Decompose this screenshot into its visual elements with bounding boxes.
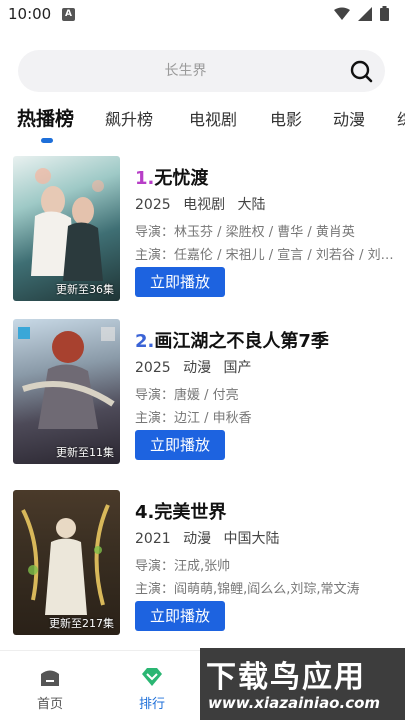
tab-rising[interactable]: 飙升榜 <box>105 106 153 130</box>
episode-badge: 更新至36集 <box>56 283 114 296</box>
battery-icon <box>380 6 389 21</box>
watermark: 下载鸟应用 www.xiazainiao.com <box>200 648 405 720</box>
home-icon <box>41 670 59 686</box>
nav-home-label: 首页 <box>36 697 63 712</box>
rank-number: 4. <box>135 502 155 523</box>
poster-art <box>18 327 115 429</box>
genre: 动漫 <box>183 360 212 376</box>
watermark-title: 下载鸟应用 <box>206 660 366 695</box>
search-bar[interactable]: 长生界 <box>18 50 385 92</box>
item-title[interactable]: 1.无忧渡 <box>135 164 208 190</box>
region: 中国大陆 <box>223 531 280 547</box>
play-button[interactable]: 立即播放 <box>135 601 225 631</box>
item-meta: 2021 动漫 中国大陆 <box>135 528 280 548</box>
poster-art <box>21 504 110 615</box>
genre: 动漫 <box>183 531 212 547</box>
tab-movie[interactable]: 电影 <box>270 106 302 130</box>
poster-image[interactable]: 更新至36集 <box>13 156 120 301</box>
status-bar: 10:00 A <box>0 0 405 30</box>
rank-number: 2. <box>135 331 155 352</box>
search-input[interactable]: 长生界 <box>18 50 353 92</box>
genre: 电视剧 <box>183 197 226 213</box>
item-meta: 2025 动漫 国产 <box>135 357 252 377</box>
director-line: 导演：唐媛 / 付亮 <box>135 388 239 403</box>
title-text: 完美世界 <box>154 502 227 523</box>
item-title[interactable]: 2.画江湖之不良人第7季 <box>135 327 329 353</box>
region: 大陆 <box>237 197 266 213</box>
nav-home[interactable]: 首页 <box>20 659 80 712</box>
episode-badge: 更新至217集 <box>49 617 114 630</box>
episode-badge: 更新至11集 <box>56 446 114 459</box>
tab-tv[interactable]: 电视剧 <box>189 106 237 130</box>
category-tabs: 热播榜 飙升榜 电视剧 电影 动漫 综 <box>0 100 405 144</box>
nav-rank[interactable]: 排行 <box>122 659 182 712</box>
poster-art <box>31 168 104 281</box>
signal-icon <box>358 6 372 21</box>
cast-line: 主演：边江 / 申秋香 <box>135 411 252 426</box>
tab-variety[interactable]: 综 <box>397 106 405 130</box>
wifi-icon <box>334 7 350 20</box>
item-meta: 2025 电视剧 大陆 <box>135 194 266 214</box>
list-item[interactable]: 更新至36集 1.无忧渡 2025 电视剧 大陆 导演：林玉芬 / 梁胜权 / … <box>0 150 405 301</box>
region: 国产 <box>223 360 252 376</box>
cast-line: 主演：阎萌萌,锦鲤,阎么么,刘琮,常文涛 <box>135 582 360 597</box>
cast-line: 主演：任嘉伦 / 宋祖儿 / 宣言 / 刘若谷 / 刘… <box>135 248 394 263</box>
notification-icon: A <box>62 8 75 21</box>
list-item[interactable]: 更新至217集 4.完美世界 2021 动漫 中国大陆 导演：汪成,张帅 主演：… <box>0 484 405 635</box>
status-icons <box>334 6 389 21</box>
tab-indicator <box>41 138 53 143</box>
poster-image[interactable]: 更新至217集 <box>13 490 120 635</box>
title-text: 画江湖之不良人第7季 <box>154 331 329 352</box>
status-time: 10:00 <box>8 5 52 23</box>
director-line: 导演：汪成,张帅 <box>135 559 231 574</box>
play-button[interactable]: 立即播放 <box>135 430 225 460</box>
nav-rank-label: 排行 <box>138 697 165 712</box>
item-title[interactable]: 4.完美世界 <box>135 498 226 524</box>
year: 2021 <box>135 531 171 547</box>
tab-anime[interactable]: 动漫 <box>333 106 365 130</box>
poster-image[interactable]: 更新至11集 <box>13 319 120 464</box>
year: 2025 <box>135 197 171 213</box>
director-line: 导演：林玉芬 / 梁胜权 / 曹华 / 黄肖英 <box>135 225 355 240</box>
search-icon[interactable] <box>349 59 373 83</box>
rank-number: 1. <box>135 168 155 189</box>
watermark-url: www.xiazainiao.com <box>208 694 381 712</box>
year: 2025 <box>135 360 171 376</box>
tab-hot[interactable]: 热播榜 <box>17 104 74 131</box>
play-button[interactable]: 立即播放 <box>135 267 225 297</box>
title-text: 无忧渡 <box>154 168 209 189</box>
diamond-icon <box>142 668 162 686</box>
list-item[interactable]: 更新至11集 2.画江湖之不良人第7季 2025 动漫 国产 导演：唐媛 / 付… <box>0 313 405 464</box>
